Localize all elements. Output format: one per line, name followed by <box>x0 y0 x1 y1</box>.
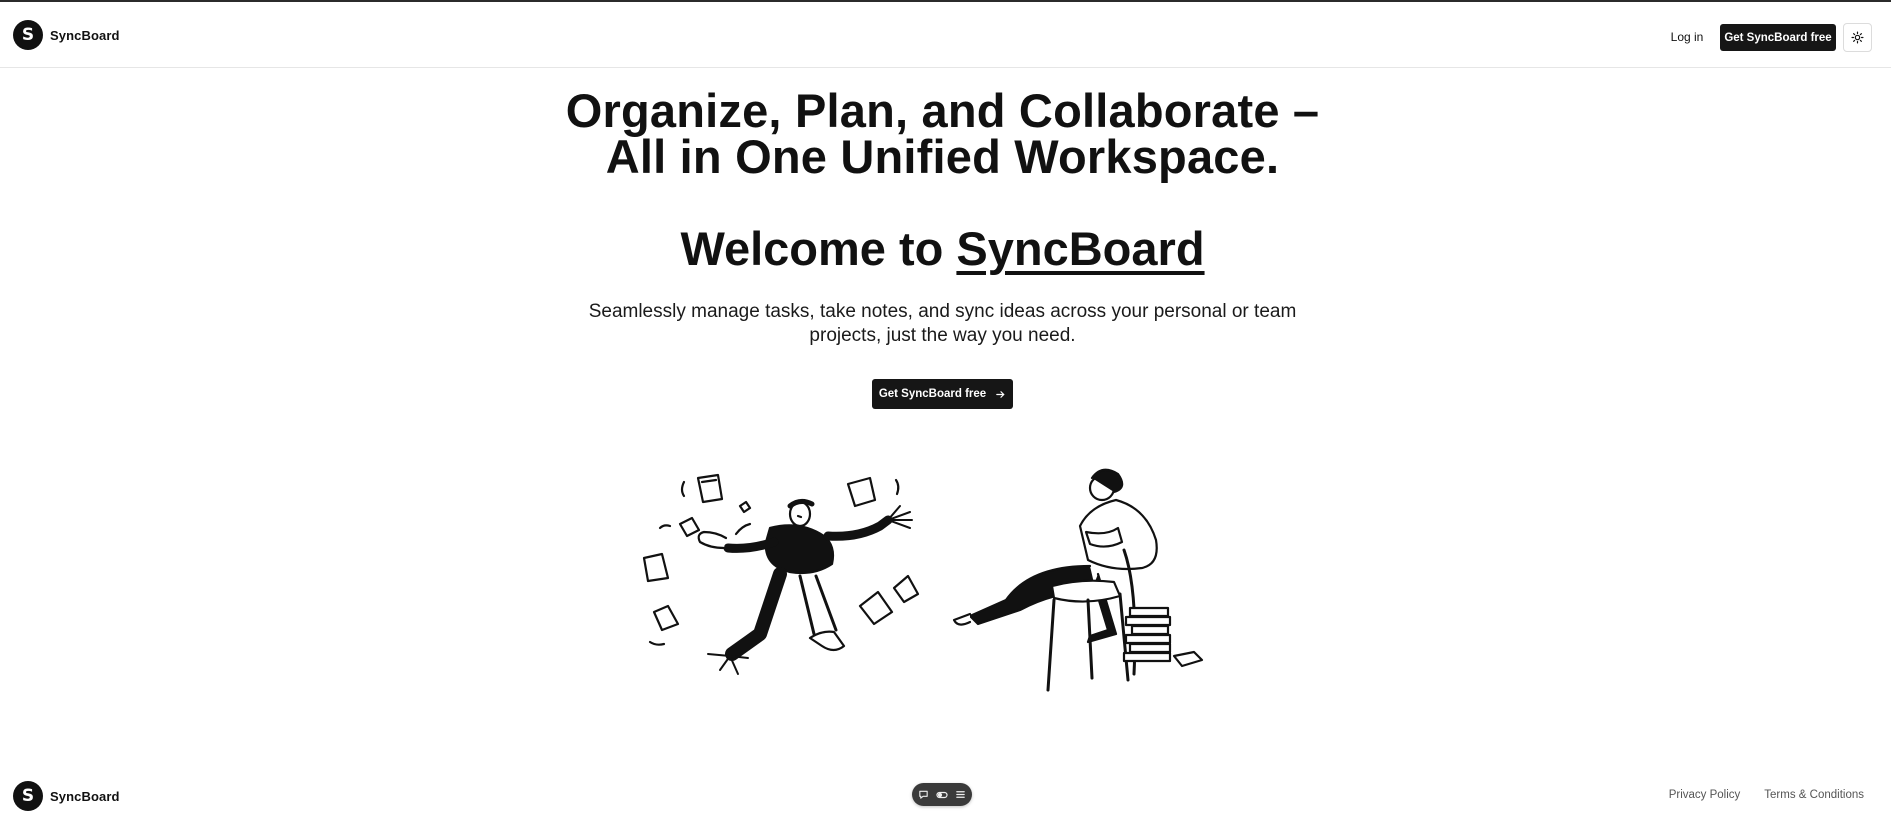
welcome-brand-name: SyncBoard <box>956 222 1205 275</box>
logo-icon: S <box>13 20 43 50</box>
hero-get-syncboard-free-button[interactable]: Get SyncBoard free <box>872 379 1013 409</box>
footer-brand-logo[interactable]: S SyncBoard <box>13 781 120 811</box>
brand-logo-link[interactable]: S SyncBoard <box>13 20 120 50</box>
welcome-prefix: Welcome to <box>680 222 957 275</box>
menu-icon[interactable] <box>954 788 968 802</box>
get-syncboard-free-button[interactable]: Get SyncBoard free <box>1720 24 1836 51</box>
hero-subtitle: Seamlessly manage tasks, take notes, and… <box>560 300 1325 348</box>
footer-logo-icon: S <box>13 781 43 811</box>
terms-conditions-link[interactable]: Terms & Conditions <box>1764 789 1864 801</box>
subtitle-line-1: Seamlessly manage tasks, take notes, and… <box>588 301 1297 322</box>
welcome-heading: Welcome to SyncBoard <box>500 221 1385 277</box>
running-man-figure <box>697 498 913 675</box>
toggle-icon[interactable] <box>935 788 949 802</box>
arrow-right-icon <box>996 390 1005 398</box>
book-stack <box>1122 606 1204 668</box>
site-header: S SyncBoard Log in Get SyncBoard free <box>0 2 1891 68</box>
sun-icon <box>1851 31 1864 44</box>
brand-name: SyncBoard <box>50 27 120 43</box>
subtitle-line-2: projects, just the way you need. <box>809 325 1076 346</box>
footer-brand-name: SyncBoard <box>50 788 120 804</box>
theme-toggle-button[interactable] <box>1843 23 1872 52</box>
hero-headline: Organize, Plan, and Collaborate – All in… <box>500 87 1385 183</box>
login-link[interactable]: Log in <box>1664 25 1710 49</box>
floating-toolbar <box>912 783 972 806</box>
hero-cta-label: Get SyncBoard free <box>878 388 987 400</box>
headline-line-2: All in One Unified Workspace. <box>605 130 1280 183</box>
privacy-policy-link[interactable]: Privacy Policy <box>1669 789 1741 801</box>
hero-illustration <box>642 468 1204 692</box>
chat-icon[interactable] <box>917 788 931 802</box>
footer-links: Privacy Policy Terms & Conditions <box>1669 789 1864 801</box>
